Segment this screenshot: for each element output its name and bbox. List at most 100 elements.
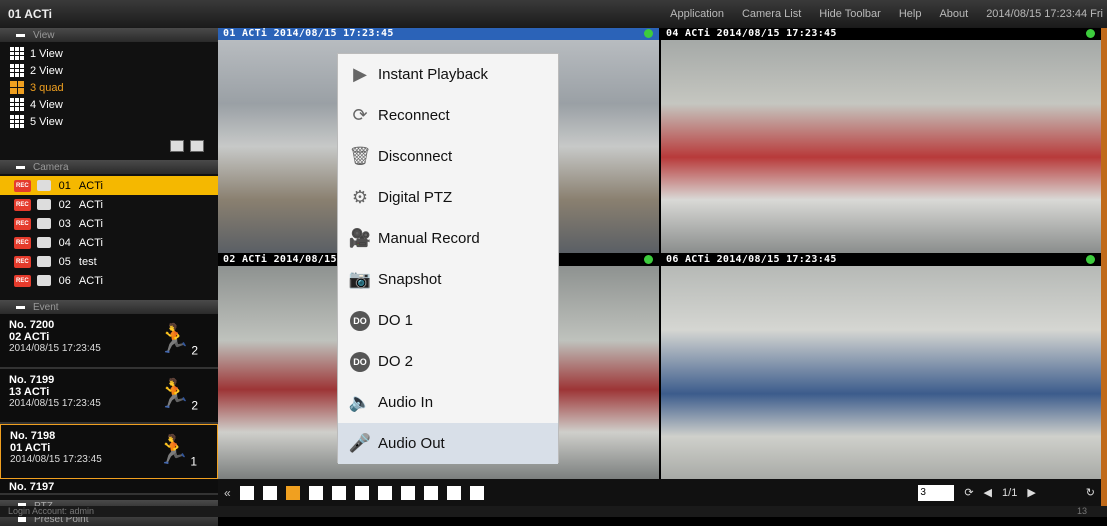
collapse-icon xyxy=(16,165,25,169)
rec-badge: REC xyxy=(14,274,31,287)
do-icon: DO xyxy=(348,350,372,374)
layout-64-button[interactable] xyxy=(469,485,484,500)
status-dot-icon xyxy=(644,255,653,264)
view-item-4[interactable]: 4 View xyxy=(10,96,218,113)
motion-icon: 🏃2 xyxy=(156,378,198,413)
event-section-header[interactable]: Event xyxy=(0,300,218,314)
view-tools xyxy=(170,140,204,152)
layout-25-button[interactable] xyxy=(423,485,438,500)
camera-section-header[interactable]: Camera xyxy=(0,160,218,174)
menu-disconnect[interactable]: 🗑 Disconnect xyxy=(338,136,558,177)
menu-do-1[interactable]: DO DO 1 xyxy=(338,300,558,341)
sidebar: View 1 View 2 View 3 quad 4 View 5 View … xyxy=(0,28,218,526)
tile-label: 01 ACTi 2014/08/15 17:23:45 xyxy=(223,28,394,39)
layout-20-button[interactable] xyxy=(400,485,415,500)
login-account: Login Account: admin xyxy=(8,506,95,516)
camera-feed xyxy=(661,266,1101,479)
camera-tile-06[interactable]: 06 ACTi 2014/08/15 17:23:45 xyxy=(661,254,1101,479)
quad-icon xyxy=(10,81,24,94)
reconnect-icon: ⟳ xyxy=(352,105,368,125)
camera-item-05[interactable]: REC 05 test xyxy=(0,252,218,271)
menu-camera-list[interactable]: Camera List xyxy=(733,8,810,20)
menu-reconnect[interactable]: ⟳ Reconnect xyxy=(338,95,558,136)
event-item[interactable]: No. 7199 13 ACTi 2014/08/15 17:23:45 🏃2 xyxy=(0,369,218,424)
refresh-icon[interactable]: ⟳ xyxy=(964,486,973,499)
status-dot-icon xyxy=(1086,255,1095,264)
rec-badge: REC xyxy=(14,217,31,230)
motion-icon: 🏃1 xyxy=(155,434,197,469)
event-item[interactable]: No. 7197 xyxy=(0,479,218,495)
do-icon: DO xyxy=(348,309,372,333)
play-icon: ▶ xyxy=(353,64,367,84)
gear-icon: ⚙ xyxy=(351,187,369,207)
camera-item-04[interactable]: REC 04 ACTi xyxy=(0,233,218,252)
clock: 2014/08/15 17:23:44 Fri xyxy=(986,8,1103,20)
menu-audio-in[interactable]: 🔈 Audio In xyxy=(338,382,558,423)
rec-badge: REC xyxy=(14,198,31,211)
prev-page-icon[interactable]: ◀ xyxy=(984,486,992,499)
camera-feed xyxy=(661,40,1101,253)
add-view-icon[interactable] xyxy=(170,140,184,152)
menu-instant-playback[interactable]: ▶ Instant Playback xyxy=(338,54,558,95)
layout-4-button[interactable] xyxy=(285,485,300,500)
camera-item-02[interactable]: REC 02 ACTi xyxy=(0,195,218,214)
page-indicator: 1/1 xyxy=(1002,486,1018,499)
status-dot-icon xyxy=(644,29,653,38)
layout-10-button[interactable] xyxy=(331,485,346,500)
camera-tile-04[interactable]: 04 ACTi 2014/08/15 17:23:45 xyxy=(661,28,1101,253)
view-item-5[interactable]: 5 View xyxy=(10,113,218,130)
menu-do-2[interactable]: DO DO 2 xyxy=(338,341,558,382)
microphone-icon: 🎤 xyxy=(348,433,372,453)
menu-manual-record[interactable]: 🎥 Manual Record xyxy=(338,218,558,259)
status-bar: Login Account: admin 13 xyxy=(0,506,1107,517)
dome-camera-icon xyxy=(36,237,51,248)
view-list: 1 View 2 View 3 quad 4 View 5 View xyxy=(0,42,218,160)
fullscreen-icon[interactable]: ↻ xyxy=(1086,486,1095,499)
camera-item-03[interactable]: REC 03 ACTi xyxy=(0,214,218,233)
camera-icon xyxy=(36,256,51,267)
view-item-2[interactable]: 2 View xyxy=(10,62,218,79)
menu-application[interactable]: Application xyxy=(661,8,733,20)
trash-icon: 🗑 xyxy=(348,146,372,166)
view-item-3[interactable]: 3 quad xyxy=(10,79,218,96)
grid-icon xyxy=(10,98,24,111)
event-item[interactable]: No. 7200 02 ACTi 2014/08/15 17:23:45 🏃2 xyxy=(0,314,218,369)
layout-1-button[interactable] xyxy=(239,485,254,500)
grid-icon xyxy=(10,47,24,60)
menu-digital-ptz[interactable]: ⚙ Digital PTZ xyxy=(338,177,558,218)
menu-help[interactable]: Help xyxy=(890,8,931,20)
camera-icon xyxy=(36,199,51,210)
collapse-icon xyxy=(16,33,25,37)
camera-reel-icon: 🎥 xyxy=(348,228,372,248)
snapshot-icon: 📷 xyxy=(348,269,372,289)
camera-item-01[interactable]: REC 01 ACTi xyxy=(0,176,218,195)
event-item[interactable]: No. 7198 01 ACTi 2014/08/15 17:23:45 🏃1 xyxy=(0,424,218,479)
app-title: 01 ACTi xyxy=(8,7,53,21)
top-menu: Application Camera List Hide Toolbar Hel… xyxy=(661,0,1103,28)
menu-about[interactable]: About xyxy=(930,8,977,20)
layout-36-button[interactable] xyxy=(446,485,461,500)
grid-icon xyxy=(10,64,24,77)
edit-view-icon[interactable] xyxy=(190,140,204,152)
menu-snapshot[interactable]: 📷 Snapshot xyxy=(338,259,558,300)
view-item-1[interactable]: 1 View xyxy=(10,45,218,62)
tile-label: 04 ACTi 2014/08/15 17:23:45 xyxy=(666,28,837,39)
rec-badge: REC xyxy=(14,255,31,268)
camera-icon xyxy=(36,218,51,229)
status-dot-icon xyxy=(1086,29,1095,38)
camera-item-06[interactable]: REC 06 ACTi xyxy=(0,271,218,290)
layout-2-button[interactable] xyxy=(262,485,277,500)
collapse-icon xyxy=(16,305,25,309)
layout-9-button[interactable] xyxy=(308,485,323,500)
side-panel-tab[interactable] xyxy=(1101,28,1107,506)
menu-hide-toolbar[interactable]: Hide Toolbar xyxy=(810,8,890,20)
next-page-icon[interactable]: ▶ xyxy=(1027,486,1035,499)
tile-label: 02 ACTi 2014/08/15 xyxy=(223,254,337,265)
layout-16-button[interactable] xyxy=(377,485,392,500)
camera-list: REC 01 ACTi REC 02 ACTi REC 03 ACTi REC 04 ACTi … xyxy=(0,174,218,300)
view-section-header[interactable]: View xyxy=(0,28,218,42)
collapse-arrow-icon[interactable]: « xyxy=(224,486,231,500)
page-input[interactable]: 3 xyxy=(918,484,955,501)
menu-audio-out[interactable]: 🎤 Audio Out xyxy=(338,423,558,464)
layout-13-button[interactable] xyxy=(354,485,369,500)
